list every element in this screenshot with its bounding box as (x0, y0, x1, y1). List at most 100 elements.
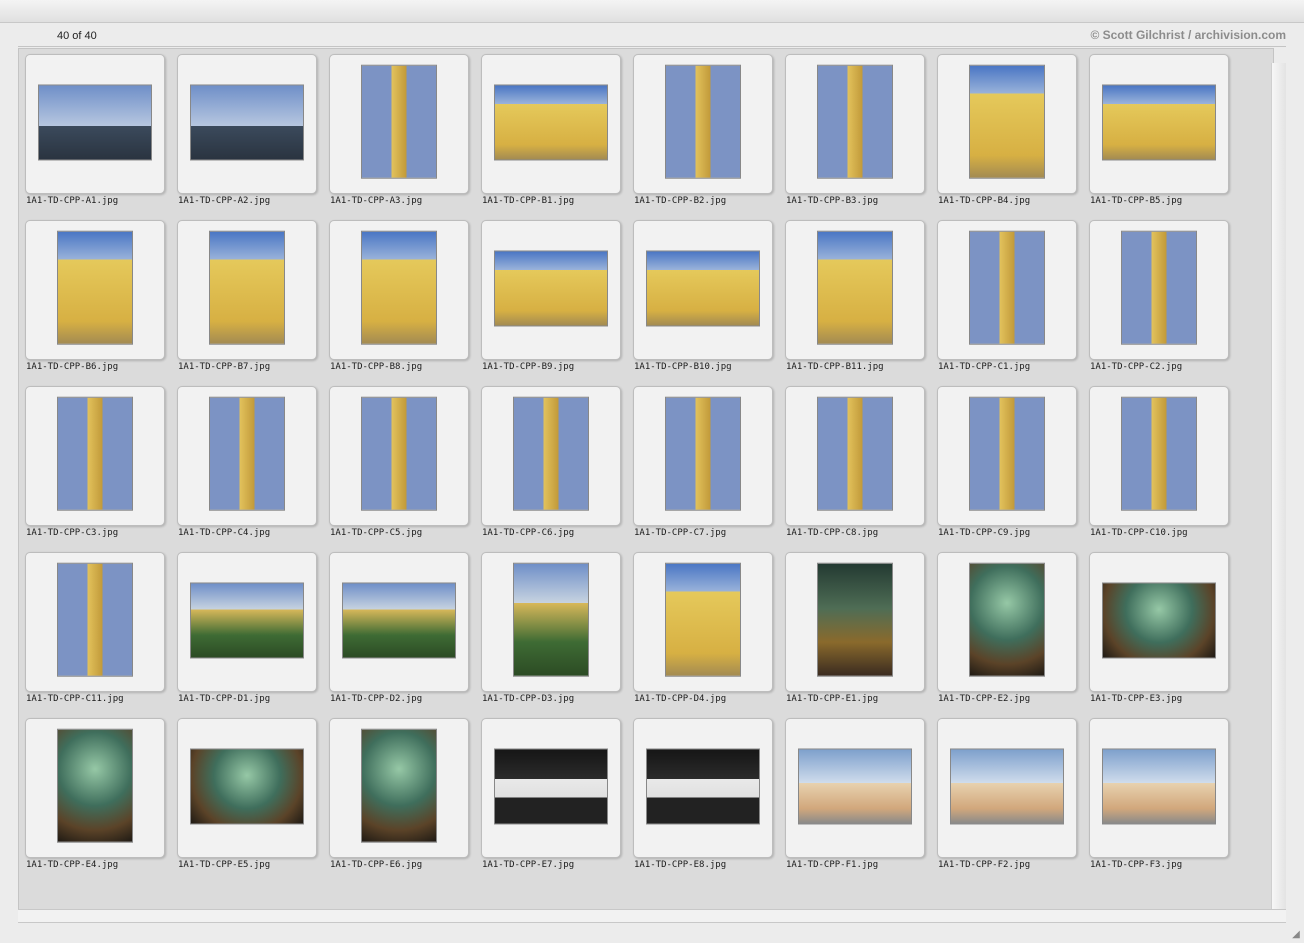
slide-thumbnail[interactable]: 1A1-TD-CPP-C11.jpg (25, 552, 165, 704)
slide-mount[interactable] (785, 220, 925, 360)
slide-image[interactable] (798, 748, 912, 825)
slide-image[interactable] (494, 748, 608, 825)
slide-image[interactable] (38, 84, 152, 161)
slide-mount[interactable] (633, 220, 773, 360)
slide-mount[interactable] (633, 54, 773, 194)
slide-mount[interactable] (785, 54, 925, 194)
slide-mount[interactable] (177, 54, 317, 194)
slide-mount[interactable] (329, 386, 469, 526)
slide-image[interactable] (57, 396, 133, 511)
slide-image[interactable] (817, 64, 893, 179)
slide-mount[interactable] (633, 552, 773, 692)
slide-thumbnail[interactable]: 1A1-TD-CPP-F3.jpg (1089, 718, 1229, 870)
slide-mount[interactable] (329, 552, 469, 692)
slide-mount[interactable] (937, 386, 1077, 526)
slide-thumbnail[interactable]: 1A1-TD-CPP-B3.jpg (785, 54, 925, 206)
slide-image[interactable] (190, 748, 304, 825)
slide-thumbnail[interactable]: 1A1-TD-CPP-F2.jpg (937, 718, 1077, 870)
slide-thumbnail[interactable]: 1A1-TD-CPP-F1.jpg (785, 718, 925, 870)
horizontal-scrollbar[interactable] (18, 909, 1286, 923)
slide-thumbnail[interactable]: 1A1-TD-CPP-E8.jpg (633, 718, 773, 870)
slide-thumbnail[interactable]: 1A1-TD-CPP-C10.jpg (1089, 386, 1229, 538)
slide-thumbnail[interactable]: 1A1-TD-CPP-B5.jpg (1089, 54, 1229, 206)
slide-mount[interactable] (25, 718, 165, 858)
slide-mount[interactable] (329, 718, 469, 858)
slide-image[interactable] (361, 64, 437, 179)
slide-image[interactable] (57, 230, 133, 345)
slide-thumbnail[interactable]: 1A1-TD-CPP-D2.jpg (329, 552, 469, 704)
slide-thumbnail[interactable]: 1A1-TD-CPP-B6.jpg (25, 220, 165, 372)
slide-mount[interactable] (1089, 386, 1229, 526)
slide-mount[interactable] (481, 220, 621, 360)
slide-thumbnail[interactable]: 1A1-TD-CPP-C5.jpg (329, 386, 469, 538)
slide-image[interactable] (817, 230, 893, 345)
slide-mount[interactable] (25, 386, 165, 526)
slide-thumbnail[interactable]: 1A1-TD-CPP-C7.jpg (633, 386, 773, 538)
slide-thumbnail[interactable]: 1A1-TD-CPP-C6.jpg (481, 386, 621, 538)
slide-image[interactable] (57, 562, 133, 677)
slide-image[interactable] (513, 562, 589, 677)
slide-image[interactable] (494, 84, 608, 161)
slide-image[interactable] (969, 64, 1045, 179)
slide-image[interactable] (817, 562, 893, 677)
slide-mount[interactable] (481, 552, 621, 692)
slide-mount[interactable] (1089, 54, 1229, 194)
slide-image[interactable] (1102, 84, 1216, 161)
slide-thumbnail[interactable]: 1A1-TD-CPP-E2.jpg (937, 552, 1077, 704)
slide-image[interactable] (950, 748, 1064, 825)
slide-mount[interactable] (937, 552, 1077, 692)
slide-image[interactable] (1102, 748, 1216, 825)
slide-image[interactable] (646, 748, 760, 825)
slide-thumbnail[interactable]: 1A1-TD-CPP-B4.jpg (937, 54, 1077, 206)
slide-thumbnail[interactable]: 1A1-TD-CPP-E6.jpg (329, 718, 469, 870)
slide-mount[interactable] (1089, 552, 1229, 692)
slide-mount[interactable] (785, 386, 925, 526)
slide-thumbnail[interactable]: 1A1-TD-CPP-B1.jpg (481, 54, 621, 206)
slide-thumbnail[interactable]: 1A1-TD-CPP-D3.jpg (481, 552, 621, 704)
slide-mount[interactable] (937, 718, 1077, 858)
slide-mount[interactable] (481, 718, 621, 858)
slide-mount[interactable] (633, 718, 773, 858)
slide-mount[interactable] (25, 220, 165, 360)
slide-image[interactable] (494, 250, 608, 327)
slide-thumbnail[interactable]: 1A1-TD-CPP-B7.jpg (177, 220, 317, 372)
slide-thumbnail[interactable]: 1A1-TD-CPP-E1.jpg (785, 552, 925, 704)
slide-mount[interactable] (177, 552, 317, 692)
slide-thumbnail[interactable]: 1A1-TD-CPP-D1.jpg (177, 552, 317, 704)
slide-thumbnail[interactable]: 1A1-TD-CPP-A2.jpg (177, 54, 317, 206)
slide-image[interactable] (209, 396, 285, 511)
slide-mount[interactable] (25, 54, 165, 194)
slide-image[interactable] (361, 396, 437, 511)
slide-thumbnail[interactable]: 1A1-TD-CPP-B11.jpg (785, 220, 925, 372)
vertical-scrollbar[interactable] (1271, 63, 1286, 909)
slide-image[interactable] (969, 562, 1045, 677)
slide-image[interactable] (646, 250, 760, 327)
slide-thumbnail[interactable]: 1A1-TD-CPP-C2.jpg (1089, 220, 1229, 372)
slide-image[interactable] (665, 64, 741, 179)
slide-image[interactable] (817, 396, 893, 511)
slide-mount[interactable] (481, 54, 621, 194)
slide-image[interactable] (1121, 230, 1197, 345)
slide-image[interactable] (57, 728, 133, 843)
slide-thumbnail[interactable]: 1A1-TD-CPP-A3.jpg (329, 54, 469, 206)
slide-thumbnail[interactable]: 1A1-TD-CPP-E7.jpg (481, 718, 621, 870)
slide-mount[interactable] (785, 718, 925, 858)
slide-image[interactable] (665, 562, 741, 677)
slide-thumbnail[interactable]: 1A1-TD-CPP-E3.jpg (1089, 552, 1229, 704)
slide-thumbnail[interactable]: 1A1-TD-CPP-E5.jpg (177, 718, 317, 870)
slide-image[interactable] (513, 396, 589, 511)
slide-mount[interactable] (25, 552, 165, 692)
slide-mount[interactable] (329, 54, 469, 194)
slide-mount[interactable] (633, 386, 773, 526)
slide-thumbnail[interactable]: 1A1-TD-CPP-B10.jpg (633, 220, 773, 372)
slide-thumbnail[interactable]: 1A1-TD-CPP-C1.jpg (937, 220, 1077, 372)
slide-image[interactable] (361, 728, 437, 843)
slide-thumbnail[interactable]: 1A1-TD-CPP-D4.jpg (633, 552, 773, 704)
slide-mount[interactable] (937, 220, 1077, 360)
slide-image[interactable] (361, 230, 437, 345)
slide-mount[interactable] (481, 386, 621, 526)
slide-thumbnail[interactable]: 1A1-TD-CPP-C8.jpg (785, 386, 925, 538)
slide-mount[interactable] (177, 386, 317, 526)
slide-image[interactable] (190, 84, 304, 161)
slide-image[interactable] (190, 582, 304, 659)
